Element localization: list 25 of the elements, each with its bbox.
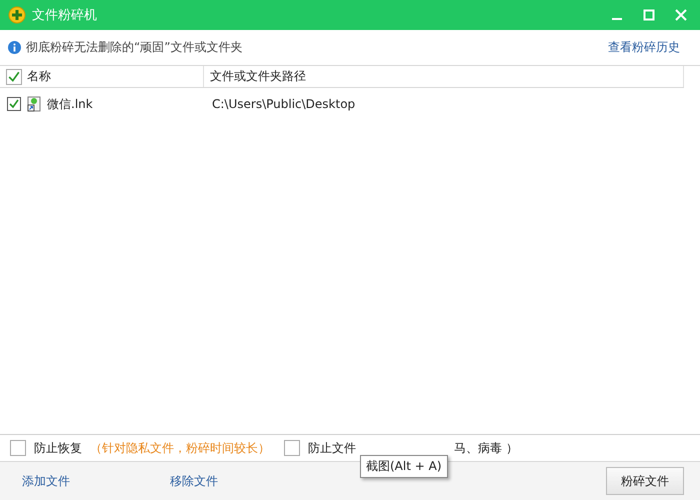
checkbox[interactable] xyxy=(7,97,21,111)
option-label: 防止文件 xyxy=(308,440,356,456)
info-icon xyxy=(8,41,21,54)
column-header: 名称 xyxy=(27,68,51,85)
option-label: 防止恢复 xyxy=(34,440,82,456)
remove-file-link[interactable]: 移除文件 xyxy=(170,472,218,490)
add-file-link[interactable]: 添加文件 xyxy=(22,472,70,490)
column-header: 文件或文件夹路径 xyxy=(210,68,306,85)
minimize-icon xyxy=(612,18,622,20)
shred-button[interactable]: 粉碎文件 xyxy=(606,467,684,495)
option-checkbox[interactable] xyxy=(10,440,26,456)
maximize-icon xyxy=(643,9,655,21)
file-path: C:\Users\Public\Desktop xyxy=(212,97,356,111)
tooltip: 截图(Alt + A) xyxy=(360,454,448,478)
select-all-checkbox[interactable] xyxy=(6,68,22,84)
history-link[interactable]: 查看粉碎历史 xyxy=(608,39,680,56)
file-name: 微信.lnk xyxy=(47,96,93,112)
window-title: 文件粉碎机 xyxy=(32,7,98,24)
option-checkbox[interactable] xyxy=(284,440,300,456)
close-icon xyxy=(675,9,687,21)
info-text: 彻底粉碎无法删除的“顽固”文件或文件夹 xyxy=(26,39,244,56)
option-note: 马、病毒 ） xyxy=(454,440,518,456)
option-note: （针对隐私文件，粉碎时间较长） xyxy=(90,440,270,456)
shortcut-file-icon xyxy=(27,96,41,112)
app-logo-icon xyxy=(8,6,26,24)
